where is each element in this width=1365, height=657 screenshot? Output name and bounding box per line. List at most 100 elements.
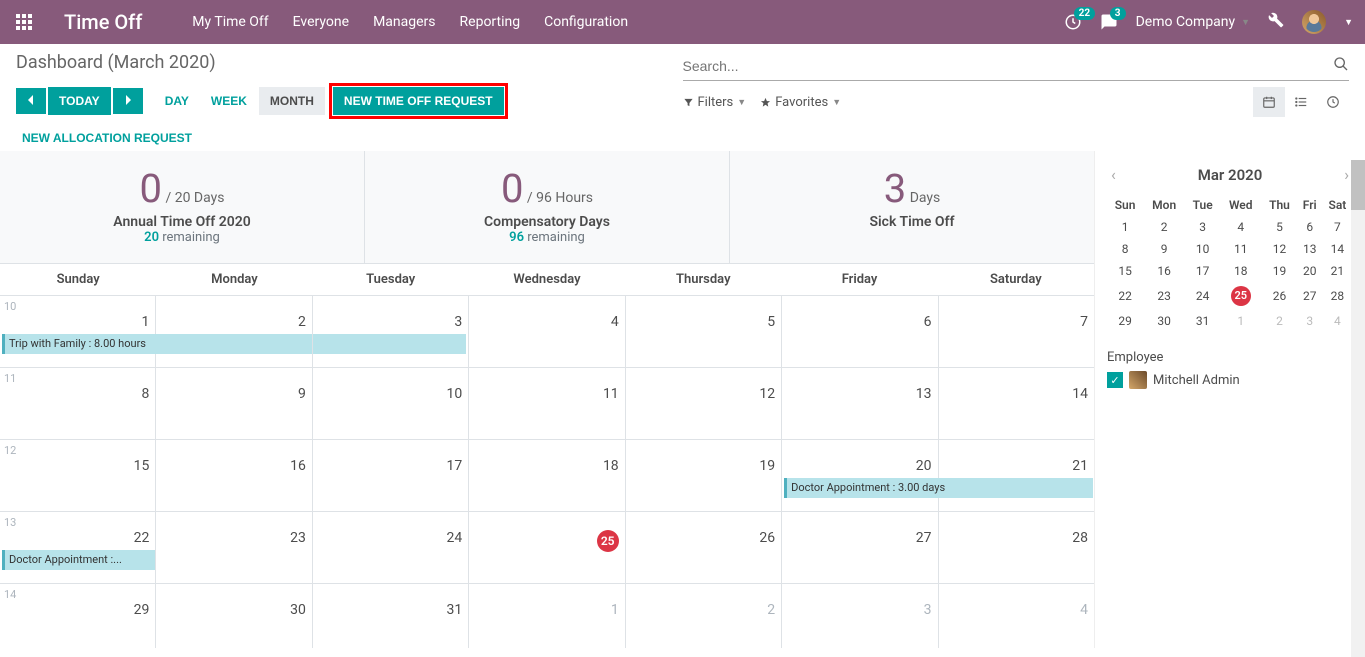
mini-prev-button[interactable]: ‹ <box>1107 161 1120 188</box>
calendar-cell[interactable]: 17 <box>313 440 469 511</box>
calendar-cell[interactable]: 24 <box>313 512 469 583</box>
checkbox-checked-icon[interactable]: ✓ <box>1107 372 1123 388</box>
calendar-cell[interactable]: 13 <box>782 368 938 439</box>
calendar-cell[interactable]: 2 <box>626 584 782 648</box>
calendar-cell[interactable]: 16 <box>156 440 312 511</box>
mini-day[interactable]: 25 <box>1220 282 1261 310</box>
activity-view-button[interactable] <box>1317 87 1349 117</box>
search-icon[interactable] <box>1333 56 1349 76</box>
developer-tools-icon[interactable] <box>1268 12 1284 32</box>
calendar-cell[interactable]: 26 <box>626 512 782 583</box>
calendar-cell[interactable]: 23 <box>156 512 312 583</box>
calendar-cell[interactable]: 6 <box>782 296 938 367</box>
calendar-cell[interactable]: 19 <box>626 440 782 511</box>
mini-day[interactable]: 19 <box>1261 260 1297 282</box>
favorites-dropdown[interactable]: Favorites ▼ <box>760 95 841 110</box>
mini-day[interactable]: 9 <box>1143 238 1185 260</box>
calendar-cell[interactable]: 18 <box>469 440 625 511</box>
calendar-cell[interactable]: 3 <box>313 296 469 367</box>
activity-icon[interactable]: 22 <box>1064 13 1082 31</box>
calendar-cell[interactable]: 15 <box>0 440 156 511</box>
messages-icon[interactable]: 3 <box>1100 13 1118 31</box>
mini-day[interactable]: 1 <box>1107 216 1143 238</box>
calendar-cell[interactable]: 14 <box>939 368 1094 439</box>
calendar-cell[interactable]: 29 <box>0 584 156 648</box>
mini-day[interactable]: 3 <box>1185 216 1220 238</box>
mini-day[interactable]: 5 <box>1261 216 1297 238</box>
menu-everyone[interactable]: Everyone <box>293 14 349 30</box>
mini-day[interactable]: 10 <box>1185 238 1220 260</box>
calendar-cell[interactable]: 30 <box>156 584 312 648</box>
mini-day[interactable]: 28 <box>1322 282 1353 310</box>
mini-day[interactable]: 17 <box>1185 260 1220 282</box>
mini-day[interactable]: 6 <box>1298 216 1322 238</box>
calendar-event[interactable]: Doctor Appointment :... <box>2 550 155 570</box>
list-view-button[interactable] <box>1285 87 1317 117</box>
app-brand[interactable]: Time Off <box>64 10 142 34</box>
calendar-cell[interactable]: 9 <box>156 368 312 439</box>
calendar-cell[interactable]: 7 <box>939 296 1094 367</box>
mini-day[interactable]: 14 <box>1322 238 1353 260</box>
calendar-cell[interactable]: 3 <box>782 584 938 648</box>
mini-day[interactable]: 26 <box>1261 282 1297 310</box>
mini-day[interactable]: 30 <box>1143 310 1185 332</box>
new-allocation-request-button[interactable]: NEW ALLOCATION REQUEST <box>16 125 202 151</box>
chevron-down-icon[interactable]: ▼ <box>1344 17 1353 28</box>
calendar-cell[interactable]: 20Doctor Appointment : 3.00 days <box>782 440 938 511</box>
mini-day[interactable]: 21 <box>1322 260 1353 282</box>
calendar-cell[interactable]: 12 <box>626 368 782 439</box>
calendar-cell[interactable]: 22Doctor Appointment :... <box>0 512 156 583</box>
mini-day[interactable]: 11 <box>1220 238 1261 260</box>
calendar-cell[interactable]: 1 <box>469 584 625 648</box>
today-button[interactable]: TODAY <box>48 87 111 115</box>
month-view-button[interactable]: MONTH <box>259 87 325 115</box>
calendar-cell[interactable]: 31 <box>313 584 469 648</box>
mini-day[interactable]: 4 <box>1220 216 1261 238</box>
calendar-cell[interactable]: 27 <box>782 512 938 583</box>
calendar-cell[interactable]: 5 <box>626 296 782 367</box>
mini-day[interactable]: 8 <box>1107 238 1143 260</box>
mini-day[interactable]: 31 <box>1185 310 1220 332</box>
user-avatar[interactable] <box>1302 10 1326 34</box>
calendar-cell[interactable]: 11 <box>469 368 625 439</box>
filters-dropdown[interactable]: Filters ▼ <box>683 95 747 110</box>
mini-day[interactable]: 16 <box>1143 260 1185 282</box>
calendar-cell[interactable]: 4 <box>939 584 1094 648</box>
calendar-view-button[interactable] <box>1253 87 1285 117</box>
calendar-cell[interactable]: 10 <box>313 368 469 439</box>
mini-day[interactable]: 20 <box>1298 260 1322 282</box>
menu-reporting[interactable]: Reporting <box>460 14 521 30</box>
menu-configuration[interactable]: Configuration <box>544 14 628 30</box>
calendar-cell[interactable]: 25 <box>469 512 625 583</box>
mini-day[interactable]: 24 <box>1185 282 1220 310</box>
week-view-button[interactable]: WEEK <box>201 88 257 114</box>
mini-day[interactable]: 2 <box>1261 310 1297 332</box>
calendar-cell[interactable]: 4 <box>469 296 625 367</box>
mini-day[interactable]: 18 <box>1220 260 1261 282</box>
calendar-cell[interactable]: 21 <box>939 440 1094 511</box>
calendar-cell[interactable]: 28 <box>939 512 1094 583</box>
scrollbar[interactable] <box>1351 160 1365 657</box>
mini-day[interactable]: 7 <box>1322 216 1353 238</box>
mini-day[interactable]: 4 <box>1322 310 1353 332</box>
calendar-cell[interactable]: 2 <box>156 296 312 367</box>
mini-day[interactable]: 22 <box>1107 282 1143 310</box>
mini-day[interactable]: 23 <box>1143 282 1185 310</box>
mini-day[interactable]: 27 <box>1298 282 1322 310</box>
company-switcher[interactable]: Demo Company ▼ <box>1136 14 1250 30</box>
mini-day[interactable]: 12 <box>1261 238 1297 260</box>
apps-icon[interactable] <box>12 10 36 34</box>
menu-my-time-off[interactable]: My Time Off <box>192 14 268 30</box>
day-view-button[interactable]: DAY <box>155 88 199 114</box>
employee-row[interactable]: ✓ Mitchell Admin <box>1107 371 1353 389</box>
mini-day[interactable]: 1 <box>1220 310 1261 332</box>
next-button[interactable] <box>113 88 143 114</box>
mini-day[interactable]: 2 <box>1143 216 1185 238</box>
prev-button[interactable] <box>16 88 46 114</box>
menu-managers[interactable]: Managers <box>373 14 435 30</box>
calendar-cell[interactable]: 8 <box>0 368 156 439</box>
new-time-off-request-button[interactable]: NEW TIME OFF REQUEST <box>333 87 504 115</box>
search-input[interactable] <box>683 54 1334 78</box>
mini-day[interactable]: 13 <box>1298 238 1322 260</box>
mini-day[interactable]: 29 <box>1107 310 1143 332</box>
